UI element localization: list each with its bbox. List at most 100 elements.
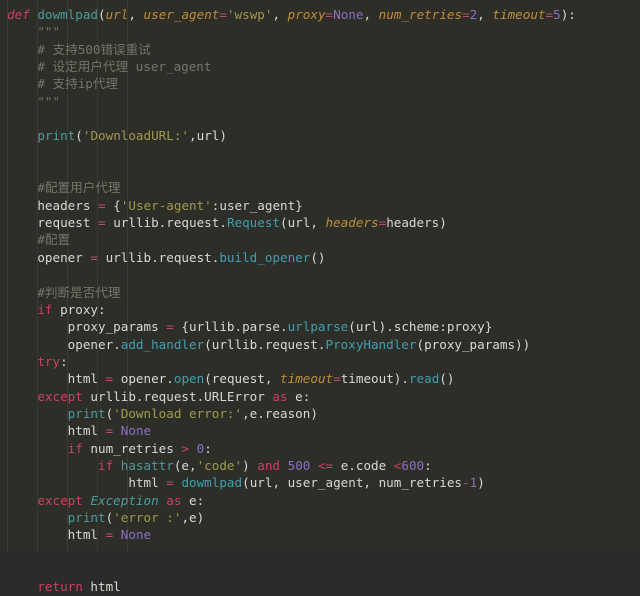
code-token-pln: :user_agent} [211, 197, 303, 213]
code-token-pln: e: [287, 388, 311, 404]
code-token-pln: : [204, 440, 212, 456]
code-token-pln: { [105, 197, 121, 213]
code-token-pln: urllib.request.URLError [82, 388, 273, 404]
code-token-pln: , [477, 7, 493, 22]
code-token-op: = [545, 7, 554, 22]
code-line[interactable]: headers = {'User-agent':user_agent} [0, 197, 640, 214]
code-token-pln: urllib.request. [105, 215, 227, 231]
code-line[interactable]: opener.add_handler(urllib.request.ProxyH… [0, 336, 640, 353]
code-token-pln [189, 441, 197, 456]
code-line[interactable] [0, 561, 640, 578]
code-line[interactable]: opener = urllib.request.build_opener() [0, 249, 640, 266]
code-token-kw: if [67, 440, 83, 456]
code-token-fn: hasattr [120, 457, 174, 473]
code-token-doc: """ [37, 24, 61, 40]
code-token-kw: and [257, 457, 281, 473]
code-token-num: None [120, 423, 152, 439]
code-token-pln: ,url) [189, 128, 227, 144]
code-line[interactable]: proxy_params = {urllib.parse.urlparse(ur… [0, 318, 640, 335]
code-token-op: = [98, 215, 106, 231]
code-line[interactable]: """ [0, 23, 640, 40]
code-line[interactable]: def dowmlpad(url, user_agent='wswp', pro… [0, 6, 640, 23]
code-token-kw: as [166, 492, 182, 508]
code-line[interactable]: #判断是否代理 [0, 284, 640, 301]
code-line[interactable]: if hasattr(e,'code') and 500 <= e.code <… [0, 457, 640, 474]
code-line[interactable] [0, 110, 640, 127]
code-token-cmt: #判断是否代理 [37, 284, 121, 300]
code-line[interactable] [0, 266, 640, 283]
code-line[interactable]: #配置 [0, 231, 640, 248]
code-line[interactable]: # 支持500错误重试 [0, 41, 640, 58]
code-token-pln: timeout). [340, 371, 409, 387]
code-token-cmt: # 支持ip代理 [37, 76, 119, 92]
code-editor[interactable]: def dowmlpad(url, user_agent='wswp', pro… [0, 0, 640, 594]
code-line[interactable]: html = None [0, 422, 640, 439]
code-line[interactable]: print('DownloadURL:',url) [0, 127, 640, 144]
code-token-pln: (urllib.request. [204, 336, 326, 352]
code-token-pln: (e, [173, 457, 197, 473]
code-content[interactable]: def dowmlpad(url, user_agent='wswp', pro… [0, 6, 640, 596]
code-token-pln: urllib.request. [98, 249, 220, 265]
code-line[interactable]: request = urllib.request.Request(url, he… [0, 214, 640, 231]
code-token-pln: request [37, 215, 99, 231]
code-token-kw: return [37, 579, 83, 595]
code-token-call: dowmlpad [181, 475, 243, 491]
code-line[interactable]: # 设定用户代理 user_agent [0, 58, 640, 75]
code-line[interactable]: print('error :',e) [0, 509, 640, 526]
code-token-cmt: #配置 [37, 232, 71, 248]
code-line[interactable]: try: [0, 353, 640, 370]
code-line[interactable] [0, 162, 640, 179]
code-line[interactable]: html = opener.open(request, timeout=time… [0, 370, 640, 387]
code-token-fn: print [67, 405, 106, 421]
code-line[interactable]: """ [0, 93, 640, 110]
code-token-num: 5 [553, 7, 561, 22]
code-line[interactable]: html = None [0, 526, 640, 543]
code-token-cmp: <= [317, 457, 334, 473]
code-token-kw: if [98, 457, 114, 473]
code-token-str: 'User-agent' [120, 197, 212, 213]
code-line[interactable]: except Exception as e: [0, 492, 640, 509]
code-token-fn: print [67, 509, 106, 525]
code-token-pln: proxy_params [67, 319, 167, 335]
code-token-kw: except [37, 492, 83, 508]
code-token-op: = [98, 197, 106, 213]
code-token-pln: e: [181, 492, 205, 508]
code-token-pln: (url).scheme:proxy} [348, 319, 493, 335]
code-token-cmp: > [181, 440, 190, 456]
code-token-str: 'Download error:' [113, 405, 243, 421]
code-line[interactable]: return html [0, 578, 640, 595]
code-token-pln: headers [37, 197, 99, 213]
code-line[interactable] [0, 544, 640, 561]
code-line[interactable]: if num_retries > 0: [0, 440, 640, 457]
code-token-pln: (proxy_params)) [416, 336, 531, 352]
code-token-pln [113, 423, 121, 438]
code-token-cmt: # 设定用户代理 user_agent [37, 59, 212, 75]
code-line[interactable]: print('Download error:',e.reason) [0, 405, 640, 422]
code-token-fn: dowmlpad [37, 7, 99, 22]
code-token-param: user_agent [143, 7, 220, 22]
code-token-call: Request [226, 215, 281, 231]
code-token-kw: try [37, 353, 61, 369]
code-token-param: url [105, 7, 129, 22]
code-line[interactable] [0, 145, 640, 162]
code-line[interactable]: except urllib.request.URLError as e: [0, 388, 640, 405]
code-token-pln: : [60, 353, 68, 369]
code-line[interactable]: html = dowmlpad(url, user_agent, num_ret… [0, 474, 640, 491]
code-line[interactable]: #配置用户代理 [0, 179, 640, 196]
code-line[interactable]: if proxy: [0, 301, 640, 318]
code-token-op: = [219, 7, 227, 22]
code-line[interactable]: # 支持ip代理 [0, 75, 640, 92]
